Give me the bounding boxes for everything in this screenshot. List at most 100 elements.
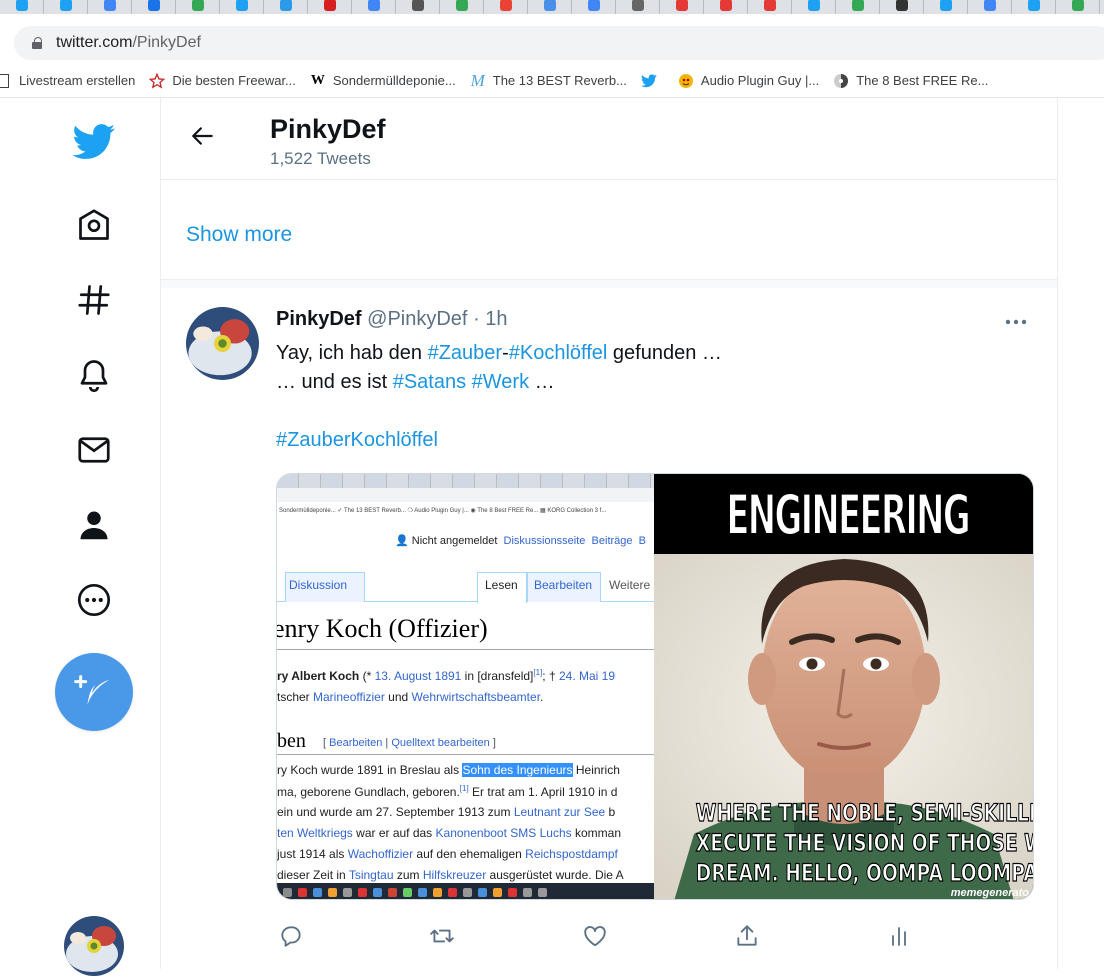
screenshot-user-links: 👤 Nicht angemeldet Diskussionsseite Beit… (395, 534, 646, 547)
browser-tab[interactable] (704, 0, 748, 14)
bookmark-label: The 13 BEST Reverb... (492, 73, 627, 88)
bookmark-item[interactable]: M The 13 BEST Reverb... (470, 71, 627, 90)
browser-tab[interactable] (1056, 0, 1100, 14)
wiki-line: ten Weltkriegs war er auf das Kanonenboo… (277, 826, 621, 840)
plugin-guy-icon (678, 73, 694, 89)
browser-tab[interactable] (352, 0, 396, 14)
nav-more-button[interactable] (68, 576, 120, 628)
share-icon (734, 923, 760, 954)
browser-tab[interactable] (132, 0, 176, 14)
tweet-media[interactable]: Sondermülldeponie... ✓ The 13 BEST Rever… (276, 473, 1034, 900)
wiki-text: in [dransfeld] (461, 669, 534, 683)
twitter-logo-button[interactable] (68, 118, 120, 170)
url-path[interactable]: /PinkyDef (132, 34, 200, 52)
show-more-link[interactable]: Show more (186, 223, 292, 247)
bookmark-item[interactable]: Die besten Freewar... (149, 72, 296, 89)
wiki-section-edit: [ Bearbeiten | Quelltext bearbeiten ] (323, 737, 496, 749)
media-image-meme[interactable]: ENGINEERING WHERE THE NOBLE, SEMI-SKILLE… (654, 474, 1033, 899)
tweet-text-segment: gefunden … (607, 342, 722, 364)
meme-caption-line: WHERE THE NOBLE, SEMI-SKILLED LABORERS (695, 798, 1033, 827)
analytics-button[interactable] (879, 918, 919, 958)
wiki-line: ma, geborene Gundlach, geboren.[1] Er tr… (277, 784, 617, 799)
browser-tab[interactable] (924, 0, 968, 14)
browser-tab[interactable] (660, 0, 704, 14)
profile-header: PinkyDef 1,522 Tweets (161, 98, 1057, 180)
browser-tab[interactable] (792, 0, 836, 14)
tweet-line-3: #ZauberKochlöffel (276, 426, 722, 455)
browser-tab[interactable] (440, 0, 484, 14)
tweet-avatar[interactable] (186, 307, 259, 380)
browser-tab[interactable] (528, 0, 572, 14)
bookmark-item[interactable]: Audio Plugin Guy |... (678, 73, 819, 89)
browser-tab[interactable] (836, 0, 880, 14)
lock-icon[interactable] (32, 37, 42, 49)
wiki-link: Wachoffizier (347, 847, 414, 861)
address-bar[interactable]: twitter.com/PinkyDef (14, 26, 1104, 60)
wiki-text: auf den ehemaligen (413, 847, 526, 861)
browser-tab[interactable] (748, 0, 792, 14)
browser-tab[interactable] (264, 0, 308, 14)
browser-tab[interactable] (1012, 0, 1056, 14)
browser-tab[interactable] (44, 0, 88, 14)
browser-tab[interactable] (88, 0, 132, 14)
wiki-title-rule (277, 649, 654, 650)
browser-tab[interactable] (572, 0, 616, 14)
screenshot-bookmarks: Sondermülldeponie... ✓ The 13 BEST Rever… (279, 508, 607, 514)
wiki-link: Diskussionsseite (503, 535, 586, 547)
back-button[interactable] (187, 122, 219, 154)
wiki-ref: [1] (459, 784, 469, 793)
reply-button[interactable] (271, 918, 311, 958)
bookmark-label: Die besten Freewar... (172, 73, 296, 88)
wikipedia-icon: W (310, 72, 325, 88)
wiki-text: just 1914 als (277, 847, 348, 861)
nav-home-button[interactable] (68, 201, 120, 253)
hashtag-link[interactable]: #Werk (472, 371, 529, 393)
browser-tab[interactable] (396, 0, 440, 14)
bookmark-label: Audio Plugin Guy |... (700, 73, 820, 88)
account-avatar[interactable] (64, 916, 124, 976)
bookmark-item[interactable]: W Sondermülldeponie... (310, 73, 456, 89)
show-more-row[interactable]: Show more (161, 180, 1057, 280)
tweet[interactable]: PinkyDef @PinkyDef · 1h Yay, ich hab den… (161, 288, 1057, 969)
nav-explore-button[interactable] (68, 276, 120, 328)
browser-tab[interactable] (616, 0, 660, 14)
tweet-author-name[interactable]: PinkyDef (276, 308, 362, 330)
browser-tab[interactable] (880, 0, 924, 14)
wiki-link: Reichspostdampf (525, 847, 618, 861)
tweet-more-button[interactable] (1001, 310, 1031, 334)
media-image-wiki-screenshot[interactable]: Sondermülldeponie... ✓ The 13 BEST Rever… (277, 474, 654, 899)
bookmark-item[interactable]: Livestream erstellen (0, 73, 135, 89)
wiki-link: 13. August 1891 (374, 669, 462, 683)
wiki-text: Er trat am 1. April 1910 in d (468, 785, 618, 799)
share-button[interactable] (727, 918, 767, 958)
browser-tab[interactable] (968, 0, 1012, 14)
compose-tweet-button[interactable] (55, 653, 133, 731)
hashtag-link[interactable]: #Satans (393, 371, 466, 393)
bookmark-item[interactable]: The 8 Best FREE Re... (833, 73, 988, 89)
retweet-button[interactable] (422, 918, 462, 958)
hashtag-link[interactable]: #ZauberKochlöffel (276, 429, 438, 451)
nav-messages-button[interactable] (68, 426, 120, 478)
hashtag-link[interactable]: #Kochlöffel (509, 342, 608, 364)
bookmark-item[interactable] (640, 73, 664, 89)
url-host[interactable]: twitter.com (56, 34, 132, 52)
wiki-user-status: Nicht angemeldet (411, 535, 498, 547)
nav-notifications-button[interactable] (68, 351, 120, 403)
wiki-line: just 1914 als Wachoffizier auf den ehema… (277, 847, 618, 861)
browser-tab[interactable] (308, 0, 352, 14)
profile-name: PinkyDef (270, 114, 386, 144)
address-bar-area: twitter.com/PinkyDef (0, 14, 1104, 64)
browser-tab[interactable] (0, 0, 44, 14)
wiki-line: ry Koch wurde 1891 in Breslau als Sohn d… (277, 763, 620, 777)
tweet-text: Yay, ich hab den #Zauber-#Kochlöffel gef… (276, 339, 722, 455)
like-button[interactable] (575, 918, 615, 958)
home-icon (76, 207, 112, 248)
nav-profile-button[interactable] (68, 501, 120, 553)
bell-icon (76, 357, 112, 398)
tweet-author-handle[interactable]: @PinkyDef (367, 308, 467, 330)
browser-tab[interactable] (220, 0, 264, 14)
tweet-timestamp[interactable]: 1h (485, 308, 507, 330)
browser-tab[interactable] (484, 0, 528, 14)
browser-tab[interactable] (176, 0, 220, 14)
hashtag-link[interactable]: #Zauber (428, 342, 503, 364)
